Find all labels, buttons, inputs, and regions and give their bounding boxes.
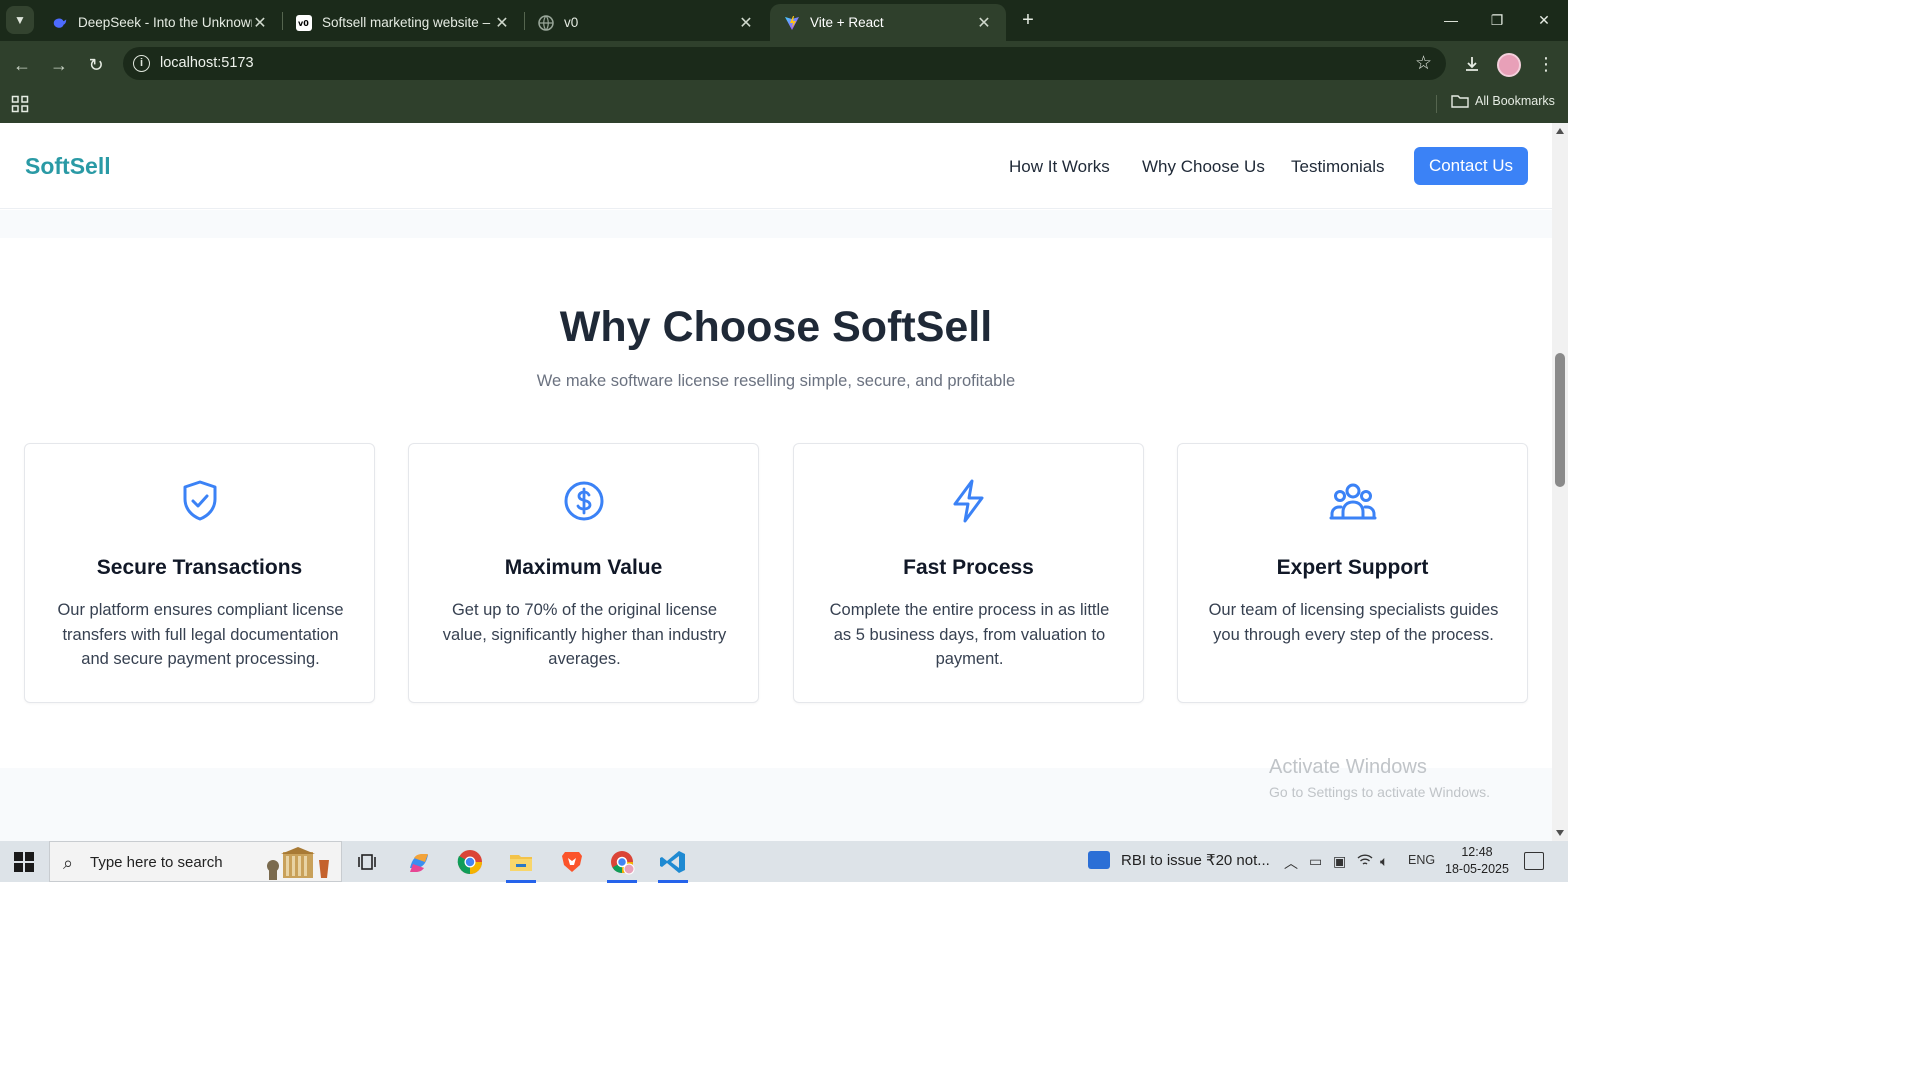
- close-icon[interactable]: ✕: [738, 13, 754, 33]
- forward-button[interactable]: →: [46, 52, 72, 78]
- site-info-icon[interactable]: i: [133, 55, 150, 72]
- address-bar[interactable]: i localhost:5173 ☆: [123, 47, 1446, 80]
- users-icon: [1328, 476, 1378, 526]
- bookmarks-separator: [1436, 95, 1437, 113]
- tab-softsell-v0[interactable]: v0 Softsell marketing website – v0 ✕: [282, 4, 524, 41]
- card-description: Complete the entire process in as little…: [829, 601, 1110, 668]
- page-scrollbar[interactable]: [1552, 123, 1568, 841]
- nav-how-it-works[interactable]: How It Works: [1009, 157, 1110, 177]
- tab-vite-react[interactable]: Vite + React ✕: [770, 4, 1006, 41]
- vite-icon: [784, 15, 800, 31]
- task-view-icon[interactable]: [349, 844, 387, 880]
- browser-tab-strip: ▼ DeepSeek - Into the Unknown ✕ v0 Softs…: [0, 0, 1568, 41]
- windows-taskbar: ⌕ Type here to search RBI to issue ₹20 n…: [0, 841, 1568, 883]
- tab-v0[interactable]: v0 ✕: [524, 4, 768, 41]
- page-viewport: SoftSell How It Works Why Choose Us Test…: [0, 123, 1552, 841]
- copilot-icon[interactable]: [400, 844, 438, 880]
- tab-search-button[interactable]: ▼: [6, 6, 34, 34]
- vscode-icon[interactable]: [654, 844, 692, 883]
- taskbar-clock[interactable]: 12:48 18-05-2025: [1445, 844, 1509, 878]
- globe-icon: [538, 14, 554, 31]
- deepseek-icon: [52, 15, 68, 31]
- chevron-up-icon[interactable]: ︿: [1284, 853, 1298, 873]
- apps-grid-icon[interactable]: [11, 95, 29, 113]
- brave-icon[interactable]: [553, 844, 591, 880]
- bookmark-star-icon[interactable]: ☆: [1415, 52, 1432, 75]
- scroll-up-arrow[interactable]: [1556, 128, 1564, 134]
- scroll-thumb[interactable]: [1555, 353, 1565, 487]
- v0-icon: v0: [296, 14, 312, 31]
- card-description: Our team of licensing specialists guides…: [1208, 601, 1499, 644]
- card-title: Secure Transactions: [96, 556, 303, 579]
- site-header: SoftSell How It Works Why Choose Us Test…: [0, 123, 1552, 209]
- download-icon[interactable]: [1458, 50, 1486, 78]
- feature-card-value: Maximum Value Get up to 70% of the origi…: [408, 443, 759, 703]
- minimize-button[interactable]: —: [1428, 0, 1474, 41]
- battery-icon[interactable]: ▭: [1309, 853, 1322, 870]
- wifi-icon[interactable]: [1357, 853, 1373, 870]
- volume-icon[interactable]: 🔈︎: [1380, 853, 1388, 870]
- scroll-down-arrow[interactable]: [1556, 830, 1564, 836]
- shield-check-icon: [175, 476, 225, 526]
- chrome-icon[interactable]: [451, 844, 489, 880]
- restore-button[interactable]: ❐: [1474, 0, 1520, 41]
- browser-toolbar: ← → ↻ i localhost:5173 ☆ ⋮: [0, 41, 1568, 87]
- activate-windows-title: Activate Windows: [1269, 756, 1427, 778]
- file-explorer-icon[interactable]: [502, 844, 540, 883]
- chrome-profile-icon[interactable]: [603, 844, 641, 883]
- bookmarks-bar: All Bookmarks: [0, 87, 1568, 123]
- card-title: Maximum Value: [504, 556, 663, 579]
- previous-section-edge: [0, 210, 1552, 238]
- svg-text:v0: v0: [298, 19, 309, 27]
- card-description: Our platform ensures compliant license t…: [57, 601, 344, 668]
- search-highlight-illustration: [261, 846, 335, 880]
- profile-avatar[interactable]: [1497, 53, 1521, 77]
- card-description: Get up to 70% of the original license va…: [442, 601, 727, 668]
- notification-icon[interactable]: [1524, 852, 1544, 870]
- section-title: Why Choose SoftSell: [559, 303, 993, 351]
- lightning-icon: [944, 476, 994, 526]
- close-icon[interactable]: ✕: [252, 13, 268, 33]
- card-title: Expert Support: [1276, 556, 1429, 579]
- back-button[interactable]: ←: [9, 52, 35, 78]
- close-window-button[interactable]: ✕: [1521, 0, 1567, 41]
- dollar-circle-icon: [559, 476, 609, 526]
- meet-now-icon[interactable]: ▣: [1333, 853, 1346, 870]
- url-text[interactable]: localhost:5173: [160, 55, 254, 71]
- feature-card-secure: Secure Transactions Our platform ensures…: [24, 443, 375, 703]
- menu-kebab-icon[interactable]: ⋮: [1532, 50, 1560, 78]
- activate-windows-subtitle: Go to Settings to activate Windows.: [1269, 784, 1490, 800]
- folder-icon: [1451, 95, 1469, 108]
- search-icon: ⌕: [63, 853, 74, 873]
- card-title: Fast Process: [903, 556, 1034, 579]
- news-icon: [1088, 851, 1110, 869]
- feature-card-support: Expert Support Our team of licensing spe…: [1177, 443, 1528, 703]
- language-indicator[interactable]: ENG: [1408, 853, 1435, 867]
- tab-deepseek[interactable]: DeepSeek - Into the Unknown ✕: [38, 4, 282, 41]
- close-icon[interactable]: ✕: [494, 13, 510, 33]
- windows-start-icon[interactable]: [14, 852, 34, 872]
- contact-us-button[interactable]: Contact Us: [1414, 147, 1528, 185]
- all-bookmarks-button[interactable]: All Bookmarks: [1451, 94, 1555, 108]
- news-widget[interactable]: RBI to issue ₹20 not...: [1088, 851, 1270, 869]
- section-subtitle: We make software license reselling simpl…: [536, 372, 1016, 390]
- nav-why-choose-us[interactable]: Why Choose Us: [1142, 157, 1265, 177]
- taskbar-search[interactable]: ⌕ Type here to search: [49, 841, 342, 882]
- nav-testimonials[interactable]: Testimonials: [1291, 157, 1385, 177]
- new-tab-button[interactable]: +: [1016, 8, 1040, 32]
- feature-card-fast: Fast Process Complete the entire process…: [793, 443, 1144, 703]
- close-icon[interactable]: ✕: [976, 13, 992, 33]
- reload-button[interactable]: ↻: [83, 52, 109, 78]
- site-logo[interactable]: SoftSell: [25, 153, 111, 180]
